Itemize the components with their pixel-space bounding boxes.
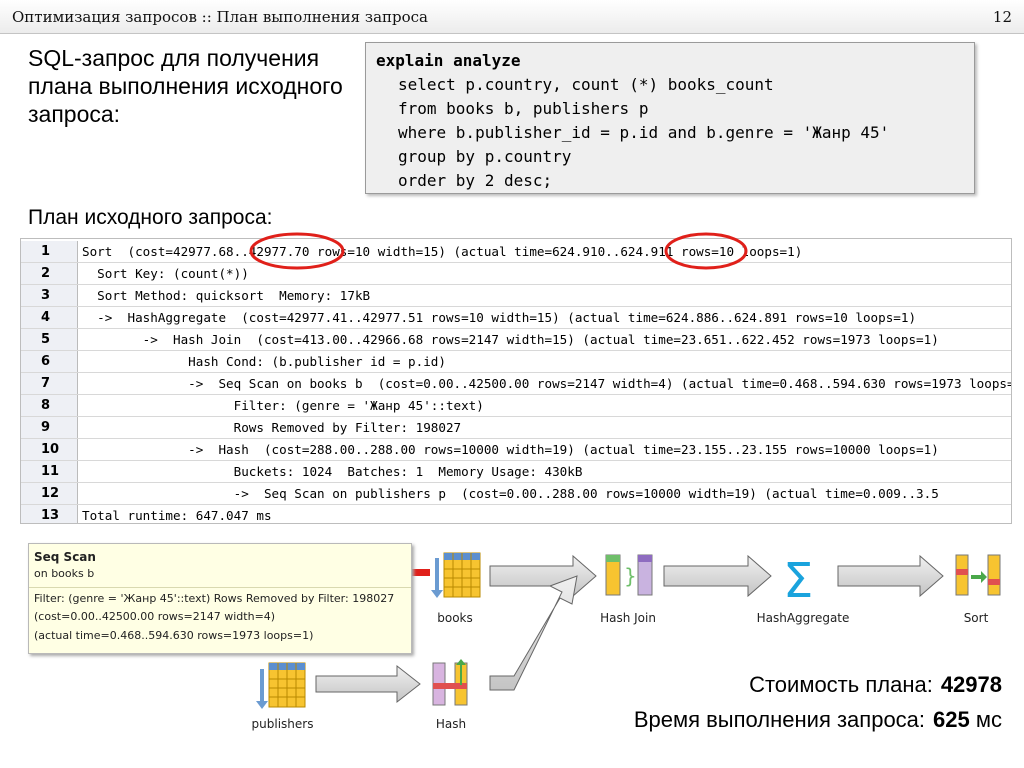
stat-cost-label: Стоимость плана: (749, 672, 933, 697)
flow-arrow (663, 554, 772, 598)
tooltip-divider (29, 587, 411, 588)
tooltip-subtitle: on books b (34, 567, 95, 580)
hash-join-icon: } (605, 554, 653, 596)
node-label-hash: Hash (435, 717, 467, 731)
node-label-publishers: publishers (251, 717, 314, 731)
stat-time-label: Время выполнения запроса: (633, 707, 926, 732)
node-label-books: books (437, 611, 473, 625)
sort-icon (955, 554, 1001, 596)
tooltip-title: Seq Scan (34, 550, 96, 564)
tooltip-actual: (actual time=0.468..594.630 rows=1973 lo… (34, 629, 314, 642)
stat-plan-cost: Стоимость плана: 42978 (749, 672, 1002, 698)
flow-arrow (315, 664, 421, 704)
node-label-sort: Sort (963, 611, 989, 625)
stat-time-value: 625 (933, 707, 970, 732)
node-label-hash-join: Hash Join (600, 611, 656, 625)
tooltip-cost: (cost=0.00..42500.00 rows=2147 width=4) (34, 610, 276, 623)
tooltip-filter: Filter: (genre = 'Жанр 45'::text) Rows R… (34, 592, 395, 605)
svg-text:}: } (624, 564, 637, 588)
flow-arrow-diagonal (489, 575, 578, 691)
table-scan-icon (431, 552, 481, 598)
sigma-icon: Σ (783, 553, 813, 609)
hash-icon (432, 659, 468, 706)
table-scan-icon (256, 662, 306, 709)
flow-arrow (489, 554, 597, 598)
stat-cost-value: 42978 (940, 672, 1002, 697)
flow-arrow (837, 554, 944, 598)
stat-time-unit: мс (975, 707, 1002, 732)
node-tooltip: Seq Scan on books b Filter: (genre = 'Жа… (28, 543, 412, 654)
node-label-hash-aggregate: HashAggregate (756, 611, 850, 625)
stat-query-time: Время выполнения запроса: 625 мс (634, 707, 1002, 733)
